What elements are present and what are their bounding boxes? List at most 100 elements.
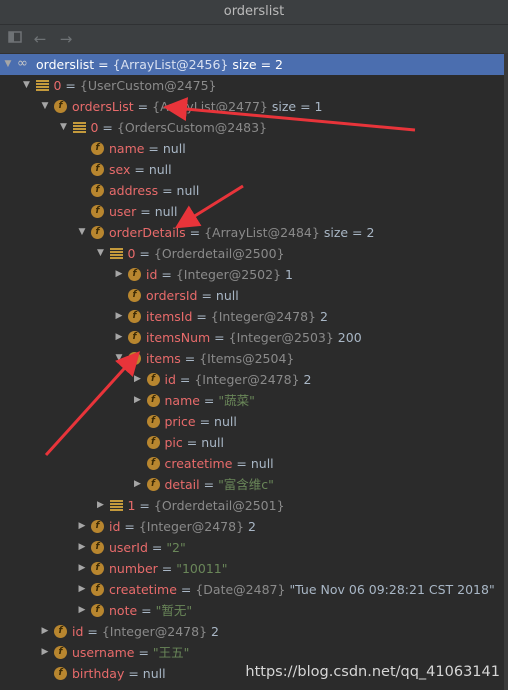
expand-right-icon[interactable]: ▶	[39, 642, 51, 663]
variable-name: ordersList	[72, 99, 134, 114]
variable-value: "10011"	[176, 561, 228, 576]
expand-down-icon[interactable]: ▼	[21, 75, 33, 96]
tree-row[interactable]: f name = null	[0, 138, 504, 159]
object-reference: {ArrayList@2456}	[112, 57, 229, 72]
tree-row[interactable]: ▼ 0 = {Orderdetail@2500}	[0, 243, 504, 264]
expand-right-icon[interactable]: ▶	[132, 369, 144, 390]
tree-row[interactable]: ▶ f note = "暂无"	[0, 600, 504, 621]
tree-row[interactable]: ▶ f number = "10011"	[0, 558, 504, 579]
field-icon: f	[91, 205, 104, 218]
tree-row[interactable]: ▶ f userId = "2"	[0, 537, 504, 558]
variable-name: username	[72, 645, 135, 660]
expand-right-icon[interactable]: ▶	[132, 474, 144, 495]
equals-sign: =	[136, 204, 155, 219]
expand-right-icon[interactable]: ▶	[132, 390, 144, 411]
variable-name: name	[164, 393, 200, 408]
expand-right-icon[interactable]: ▶	[113, 327, 125, 348]
field-icon: f	[91, 163, 104, 176]
object-reference: {OrdersCustom@2483}	[116, 120, 268, 135]
field-icon: f	[54, 625, 67, 638]
tree-row[interactable]: ▶ f id = {Integer@2478} 2	[0, 369, 504, 390]
tree-row[interactable]: f price = null	[0, 411, 504, 432]
variable-name: itemsId	[146, 309, 193, 324]
variable-value: "王五"	[152, 645, 190, 660]
field-icon: f	[146, 478, 160, 491]
variable-name: ordersId	[146, 288, 198, 303]
debugger-toolbar: ← →	[0, 25, 508, 54]
tree-row[interactable]: ▶ f username = "王五"	[0, 642, 504, 663]
variable-value: null	[250, 456, 274, 471]
tree-row[interactable]: ▶ f id = {Integer@2502} 1	[0, 264, 504, 285]
variable-value: null	[148, 162, 172, 177]
variable-value: "Tue Nov 06 09:28:21 CST 2018"	[289, 582, 495, 597]
tree-row[interactable]: ▶ f itemsNum = {Integer@2503} 200	[0, 327, 504, 348]
expand-right-icon[interactable]: ▶	[76, 537, 88, 558]
variable-value: size = 1	[271, 99, 323, 114]
expand-right-icon[interactable]: ▶	[76, 600, 88, 621]
variable-value: null	[142, 666, 166, 681]
variable-name: name	[109, 141, 145, 156]
tree-row[interactable]: ▶ f itemsId = {Integer@2478} 2	[0, 306, 504, 327]
tree-row[interactable]: ▶ f createtime = {Date@2487} "Tue Nov 06 0…	[0, 579, 504, 600]
variable-name: user	[109, 204, 137, 219]
expand-right-icon[interactable]: ▶	[76, 558, 88, 579]
tree-row[interactable]: ▶ f name = "蔬菜"	[0, 390, 504, 411]
tree-row[interactable]: ▼ f orderDetails = {ArrayList@2484} size =…	[0, 222, 504, 243]
expand-down-icon[interactable]: ▼	[113, 348, 125, 369]
variable-value: 2	[319, 309, 328, 324]
back-arrow-icon[interactable]: ←	[30, 29, 50, 49]
equals-sign: =	[83, 624, 102, 639]
expand-right-icon[interactable]: ▶	[39, 621, 51, 642]
tree-scrollbar[interactable]	[504, 53, 508, 690]
variable-name: orderDetails	[109, 225, 186, 240]
layout-icon[interactable]	[5, 29, 25, 49]
tree-row-text: ordersId = null	[146, 285, 239, 306]
array-element-icon	[109, 248, 123, 259]
tree-row[interactable]: ▶ f id = {Integer@2478} 2	[0, 621, 504, 642]
expand-right-icon[interactable]: ▶	[95, 495, 107, 516]
tree-row[interactable]: ▶ f detail = "富含维c"	[0, 474, 504, 495]
tree-row[interactable]: ▼ ∞ orderslist = {ArrayList@2456} size = 2	[0, 54, 504, 75]
equals-sign: =	[61, 78, 80, 93]
tree-row[interactable]: ▼ 0 = {OrdersCustom@2483}	[0, 117, 504, 138]
tree-row[interactable]: f address = null	[0, 180, 504, 201]
equals-sign: =	[199, 477, 219, 492]
expand-down-icon[interactable]: ▼	[2, 54, 14, 75]
expand-right-icon[interactable]: ▶	[76, 579, 88, 600]
variable-name: id	[109, 519, 121, 534]
equals-sign: =	[232, 456, 251, 471]
tree-row[interactable]: f ordersId = null	[0, 285, 504, 306]
tree-row[interactable]: ▶ 1 = {Orderdetail@2501}	[0, 495, 504, 516]
object-reference: {Integer@2478}	[138, 519, 245, 534]
tree-row-text: id = {Integer@2478} 2	[165, 369, 312, 390]
field-icon: f	[146, 373, 160, 386]
equals-sign: =	[98, 120, 117, 135]
tree-row[interactable]: ▼ f items = {Items@2504}	[0, 348, 504, 369]
expand-right-icon[interactable]: ▶	[113, 264, 125, 285]
field-icon: f	[91, 226, 104, 239]
object-reference: {Orderdetail@2500}	[153, 246, 285, 261]
watermark: https://blog.csdn.net/qq_41063141	[245, 664, 500, 680]
tree-row-text: sex = null	[109, 159, 172, 180]
tree-row[interactable]: ▶ f id = {Integer@2478} 2	[0, 516, 504, 537]
expand-down-icon[interactable]: ▼	[39, 96, 51, 117]
equals-sign: =	[135, 498, 154, 513]
variable-name: id	[146, 267, 158, 282]
variable-name: orderslist	[36, 57, 95, 72]
expand-down-icon[interactable]: ▼	[76, 222, 88, 243]
array-element-icon	[109, 500, 123, 511]
expand-right-icon[interactable]: ▶	[76, 516, 88, 537]
field-icon: f	[146, 457, 160, 470]
tree-row[interactable]: f createtime = null	[0, 453, 504, 474]
tree-row[interactable]: ▼ 0 = {UserCustom@2475}	[0, 75, 504, 96]
expand-right-icon[interactable]: ▶	[113, 306, 125, 327]
expand-down-icon[interactable]: ▼	[95, 243, 107, 264]
object-reference: {Integer@2503}	[228, 330, 334, 345]
tree-row-text: username = "王五"	[72, 642, 189, 663]
forward-arrow-icon[interactable]: →	[56, 29, 76, 49]
tree-row[interactable]: f sex = null	[0, 159, 504, 180]
tree-row[interactable]: ▼ f ordersList = {ArrayList@2477} size = 1	[0, 96, 504, 117]
tree-row[interactable]: f pic = null	[0, 432, 504, 453]
expand-down-icon[interactable]: ▼	[58, 117, 70, 138]
tree-row[interactable]: f user = null	[0, 201, 504, 222]
